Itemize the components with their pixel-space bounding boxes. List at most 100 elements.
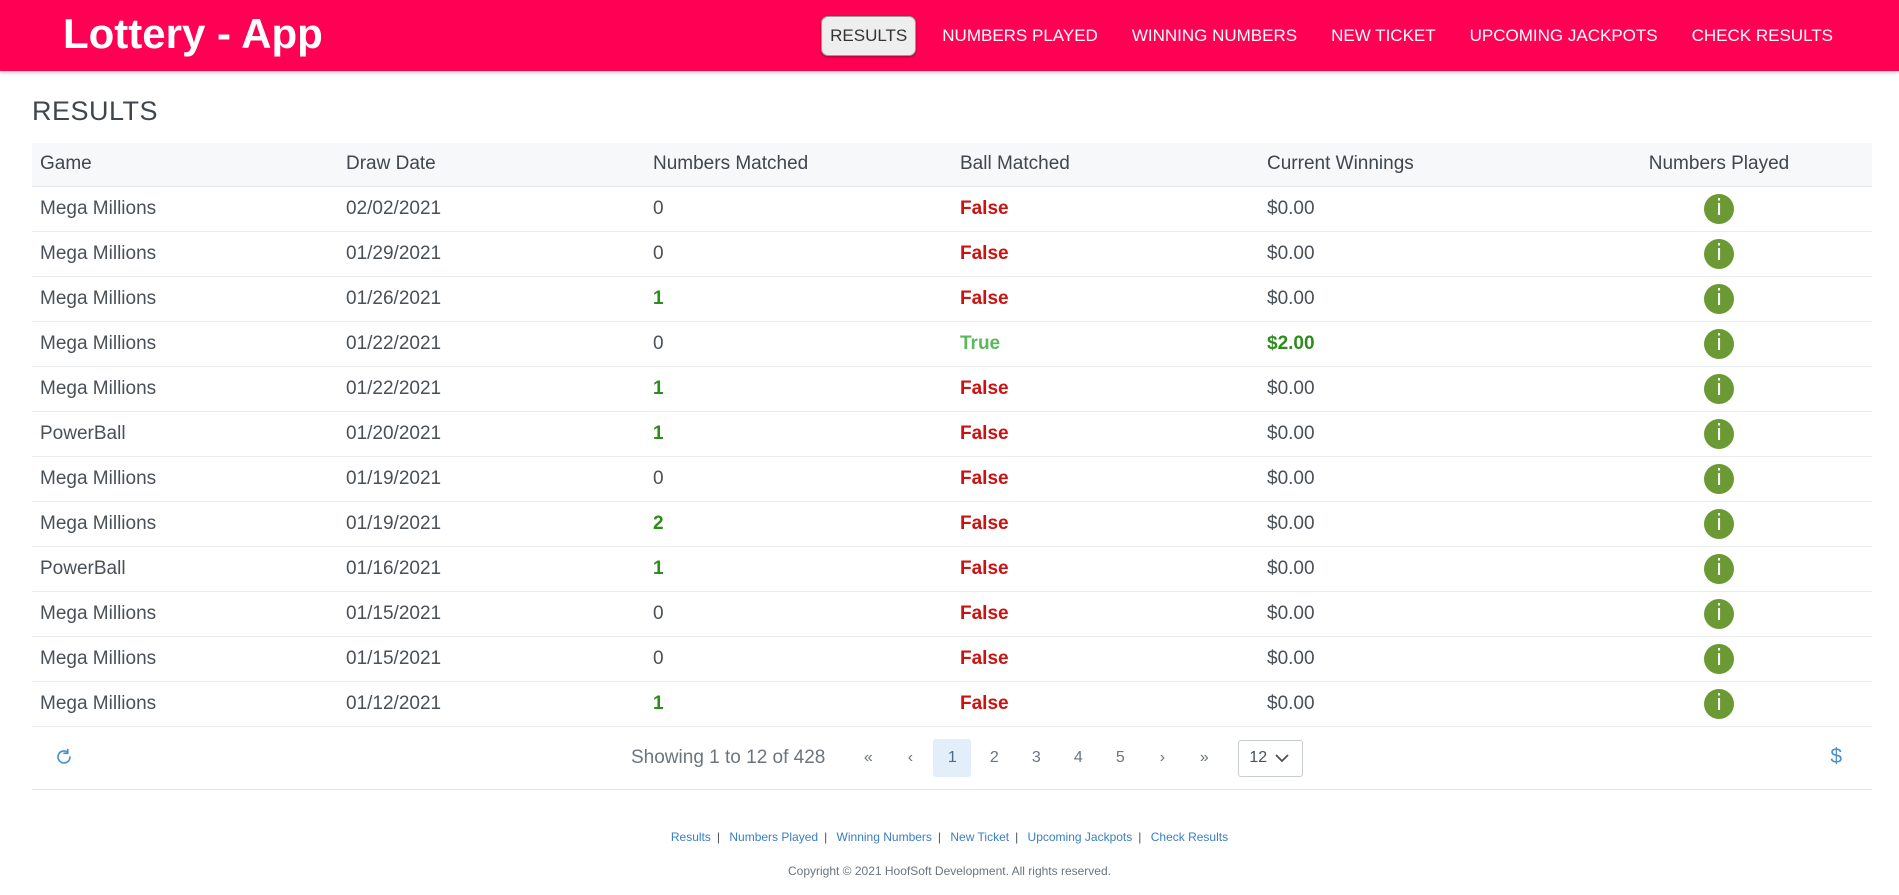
info-icon[interactable]: i bbox=[1704, 598, 1734, 629]
cell-numbers-played: i bbox=[1566, 321, 1872, 367]
table-header-row: Game Draw Date Numbers Matched Ball Matc… bbox=[32, 143, 1872, 187]
column-header-ball-matched[interactable]: Ball Matched bbox=[952, 143, 1259, 187]
nav-links: RESULTS NUMBERS PLAYED WINNING NUMBERS N… bbox=[803, 16, 1841, 56]
footer-link-winning-numbers[interactable]: Winning Numbers bbox=[837, 830, 932, 844]
cell-numbers-matched-value: 2 bbox=[653, 512, 664, 534]
cell-numbers-matched: 0 bbox=[645, 591, 952, 637]
cell-game-value: Mega Millions bbox=[40, 197, 157, 219]
cell-ball-matched: False bbox=[952, 186, 1259, 232]
cell-draw-date-value: 01/22/2021 bbox=[346, 332, 442, 354]
page-button-3[interactable]: 3 bbox=[1017, 739, 1055, 777]
cell-numbers-played: i bbox=[1566, 411, 1872, 457]
cell-current-winnings: $0.00 bbox=[1259, 411, 1566, 457]
cell-ball-matched: False bbox=[952, 501, 1259, 547]
column-header-numbers-played[interactable]: Numbers Played bbox=[1566, 143, 1872, 187]
page-button-2[interactable]: 2 bbox=[975, 739, 1013, 777]
cell-current-winnings: $0.00 bbox=[1259, 591, 1566, 637]
info-icon[interactable]: i bbox=[1704, 463, 1734, 494]
top-navbar: Lottery - App RESULTS NUMBERS PLAYED WIN… bbox=[0, 0, 1899, 71]
cell-numbers-matched-value: 0 bbox=[653, 197, 664, 219]
cell-current-winnings-value: $2.00 bbox=[1267, 332, 1315, 354]
cell-game-value: Mega Millions bbox=[40, 512, 157, 534]
info-icon[interactable]: i bbox=[1704, 418, 1734, 449]
info-icon[interactable]: i bbox=[1704, 283, 1734, 314]
page-button-4[interactable]: 4 bbox=[1059, 739, 1097, 777]
table-row[interactable]: Mega Millions 01/15/2021 0 False $0.00 i bbox=[32, 636, 1872, 682]
cell-current-winnings: $0.00 bbox=[1259, 501, 1566, 547]
table-row[interactable]: Mega Millions 01/12/2021 1 False $0.00 i bbox=[32, 681, 1872, 727]
table-row[interactable]: Mega Millions 01/26/2021 1 False $0.00 i bbox=[32, 276, 1872, 322]
table-row[interactable]: Mega Millions 01/15/2021 0 False $0.00 i bbox=[32, 591, 1872, 637]
page-button-5[interactable]: 5 bbox=[1101, 739, 1139, 777]
cell-draw-date-value: 02/02/2021 bbox=[346, 197, 442, 219]
cell-numbers-played: i bbox=[1566, 546, 1872, 592]
info-icon[interactable]: i bbox=[1704, 373, 1734, 404]
pagination: Showing 1 to 12 of 428 « ‹ 1 2 3 4 5 › »… bbox=[631, 739, 1304, 777]
column-header-current-winnings[interactable]: Current Winnings bbox=[1259, 143, 1566, 187]
cell-numbers-matched: 0 bbox=[645, 231, 952, 277]
nav-check-results[interactable]: CHECK RESULTS bbox=[1684, 17, 1841, 55]
page-button-1[interactable]: 1 bbox=[933, 739, 972, 777]
prev-page-button[interactable]: ‹ bbox=[891, 739, 929, 777]
info-icon[interactable]: i bbox=[1704, 328, 1734, 359]
cell-ball-matched: False bbox=[952, 276, 1259, 322]
column-header-draw-date[interactable]: Draw Date bbox=[338, 143, 645, 187]
footer-link-upcoming-jackpots[interactable]: Upcoming Jackpots bbox=[1028, 830, 1133, 844]
dollar-icon[interactable]: $ bbox=[1830, 746, 1842, 768]
nav-numbers-played[interactable]: NUMBERS PLAYED bbox=[934, 17, 1106, 55]
nav-new-ticket[interactable]: NEW TICKET bbox=[1323, 17, 1444, 55]
cell-ball-matched-value: False bbox=[960, 197, 1009, 219]
footer-link-numbers-played[interactable]: Numbers Played bbox=[729, 830, 818, 844]
cell-current-winnings: $0.00 bbox=[1259, 276, 1566, 322]
cell-numbers-played: i bbox=[1566, 366, 1872, 412]
table-row[interactable]: Mega Millions 01/22/2021 0 True $2.00 i bbox=[32, 321, 1872, 367]
cell-draw-date-value: 01/20/2021 bbox=[346, 422, 442, 444]
info-icon[interactable]: i bbox=[1704, 688, 1734, 719]
table-row[interactable]: Mega Millions 01/19/2021 2 False $0.00 i bbox=[32, 501, 1872, 547]
cell-numbers-played: i bbox=[1566, 186, 1872, 232]
cell-game-value: Mega Millions bbox=[40, 377, 157, 399]
info-icon[interactable]: i bbox=[1704, 553, 1734, 584]
cell-numbers-played: i bbox=[1566, 231, 1872, 277]
cell-current-winnings-value: $0.00 bbox=[1267, 422, 1315, 444]
cell-current-winnings: $0.00 bbox=[1259, 546, 1566, 592]
nav-winning-numbers[interactable]: WINNING NUMBERS bbox=[1124, 17, 1305, 55]
nav-upcoming-jackpots[interactable]: UPCOMING JACKPOTS bbox=[1462, 17, 1666, 55]
footer-links: Results | Numbers Played | Winning Numbers… bbox=[0, 830, 1899, 844]
table-row[interactable]: Mega Millions 02/02/2021 0 False $0.00 i bbox=[32, 186, 1872, 232]
cell-numbers-played: i bbox=[1566, 636, 1872, 682]
cell-current-winnings-value: $0.00 bbox=[1267, 647, 1315, 669]
last-page-button[interactable]: » bbox=[1185, 739, 1223, 777]
cell-current-winnings: $0.00 bbox=[1259, 231, 1566, 277]
table-row[interactable]: PowerBall 01/16/2021 1 False $0.00 i bbox=[32, 546, 1872, 592]
cell-numbers-matched-value: 1 bbox=[653, 557, 664, 579]
cell-draw-date: 01/20/2021 bbox=[338, 411, 645, 457]
column-header-game[interactable]: Game bbox=[32, 143, 338, 187]
table-row[interactable]: Mega Millions 01/19/2021 0 False $0.00 i bbox=[32, 456, 1872, 502]
info-icon[interactable]: i bbox=[1704, 508, 1734, 539]
results-table: Game Draw Date Numbers Matched Ball Matc… bbox=[32, 143, 1872, 727]
footer-link-results[interactable]: Results bbox=[671, 830, 711, 844]
refresh-icon[interactable] bbox=[55, 748, 75, 768]
table-row[interactable]: Mega Millions 01/29/2021 0 False $0.00 i bbox=[32, 231, 1872, 277]
page-title: RESULTS bbox=[32, 96, 159, 126]
table-row[interactable]: PowerBall 01/20/2021 1 False $0.00 i bbox=[32, 411, 1872, 457]
cell-draw-date-value: 01/26/2021 bbox=[346, 287, 442, 309]
footer-link-new-ticket[interactable]: New Ticket bbox=[950, 830, 1009, 844]
page-size-select[interactable]: 12 bbox=[1238, 739, 1304, 777]
info-icon[interactable]: i bbox=[1704, 238, 1734, 269]
cell-game-value: PowerBall bbox=[40, 422, 126, 444]
footer-link-check-results[interactable]: Check Results bbox=[1151, 830, 1228, 844]
cell-ball-matched-value: False bbox=[960, 602, 1009, 624]
info-icon[interactable]: i bbox=[1704, 193, 1734, 224]
table-footer-bar: Showing 1 to 12 of 428 « ‹ 1 2 3 4 5 › »… bbox=[32, 727, 1872, 790]
first-page-button[interactable]: « bbox=[849, 739, 887, 777]
nav-results[interactable]: RESULTS bbox=[821, 16, 917, 56]
cell-draw-date-value: 01/19/2021 bbox=[346, 512, 442, 534]
cell-numbers-matched: 0 bbox=[645, 186, 952, 232]
column-header-numbers-matched[interactable]: Numbers Matched bbox=[645, 143, 952, 187]
table-row[interactable]: Mega Millions 01/22/2021 1 False $0.00 i bbox=[32, 366, 1872, 412]
app-brand[interactable]: Lottery - App bbox=[63, 8, 323, 60]
next-page-button[interactable]: › bbox=[1143, 739, 1181, 777]
info-icon[interactable]: i bbox=[1704, 643, 1734, 674]
